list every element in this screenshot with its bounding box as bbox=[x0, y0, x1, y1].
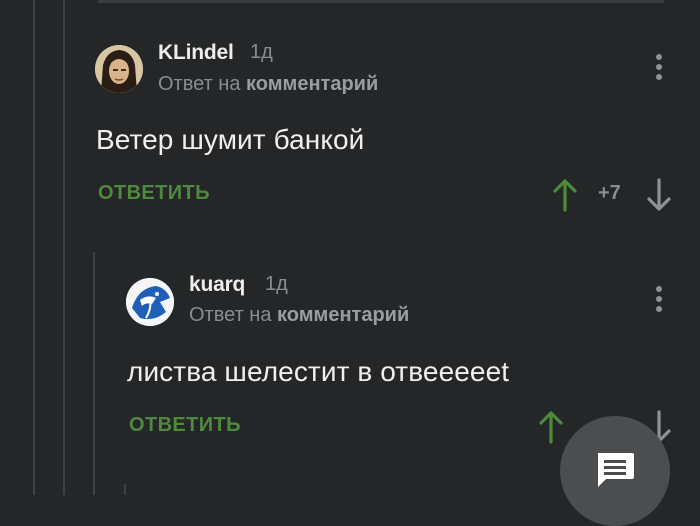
comment-text: листва шелестит в отвеееееt bbox=[127, 356, 510, 387]
reply-to-target[interactable]: комментарий bbox=[277, 304, 409, 326]
comments-fab[interactable] bbox=[560, 416, 670, 526]
author-name[interactable]: kuarq bbox=[189, 273, 245, 297]
reply-to-prefix: Ответ на bbox=[189, 304, 272, 326]
comment-age: 1д bbox=[265, 273, 288, 295]
reply-button[interactable]: ОТВЕТИТЬ bbox=[129, 414, 241, 437]
chat-icon bbox=[598, 453, 634, 487]
avatar[interactable] bbox=[126, 278, 174, 326]
arrow-up-icon[interactable] bbox=[538, 410, 564, 444]
more-options-icon[interactable] bbox=[655, 286, 663, 312]
reply-to-line[interactable]: Ответ на комментарий bbox=[189, 304, 409, 327]
